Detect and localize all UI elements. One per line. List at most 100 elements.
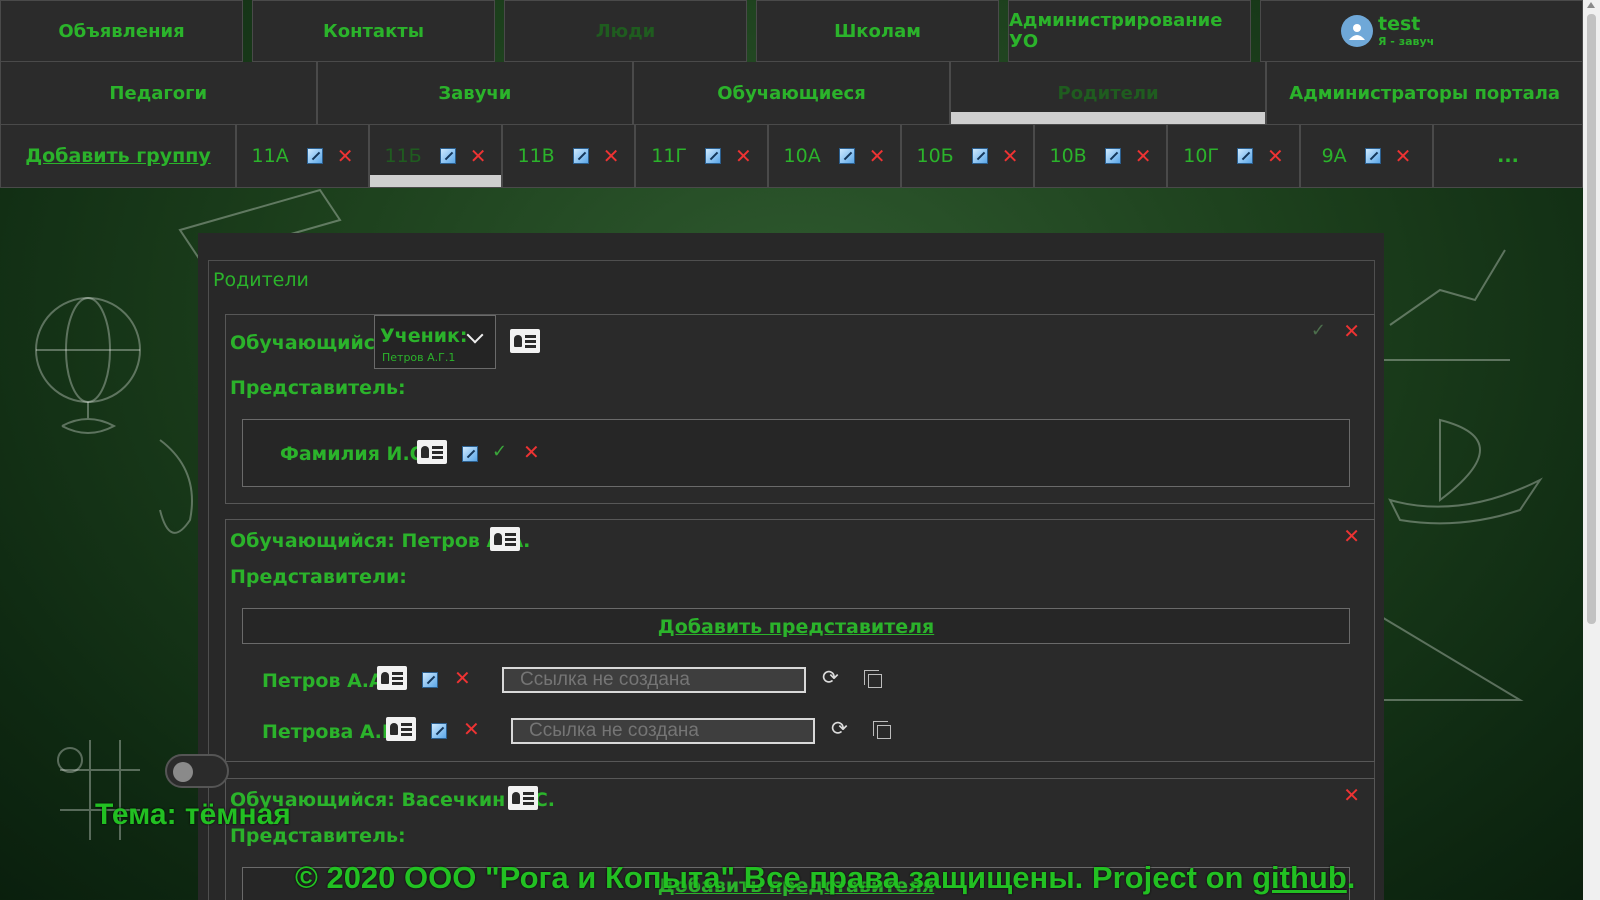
nav-admin-uo-label: Администрирование УО — [1009, 10, 1223, 52]
delete-icon[interactable]: ✕ — [1395, 146, 1412, 166]
edit-icon[interactable] — [431, 723, 447, 739]
group-label: 10Г — [1183, 145, 1219, 167]
edit-icon[interactable] — [838, 148, 855, 164]
add-group-label: Добавить группу — [25, 145, 211, 167]
edit-icon[interactable] — [705, 148, 721, 164]
tab-students[interactable]: Обучающиеся — [633, 62, 950, 125]
delete-icon[interactable]: ✕ — [470, 146, 487, 166]
refresh-icon[interactable]: ⟳ — [831, 716, 848, 740]
scroll-up-icon[interactable] — [1587, 2, 1595, 8]
delete-icon[interactable]: ✕ — [454, 668, 471, 688]
representative-row: Фамилия И.О. ✓ ✕ — [242, 419, 1350, 487]
parents-section: Родители Обучающийся: Ученик: Петров А.Г… — [208, 260, 1375, 900]
tab-parents[interactable]: Родители — [949, 62, 1267, 125]
tab-head-teachers-label: Завучи — [438, 82, 512, 104]
theme-toggle[interactable] — [165, 754, 229, 788]
add-representative-link[interactable]: Добавить представителя — [243, 616, 1349, 638]
nav-schools-label: Школам — [834, 20, 921, 42]
representative-label: Представитель: — [230, 377, 406, 399]
representative-name: Петрова А.Б. — [262, 721, 404, 743]
group-tab[interactable]: 10Г ✕ — [1167, 125, 1300, 188]
delete-icon[interactable]: ✕ — [1135, 146, 1152, 166]
student-card-new: Обучающийся: Ученик: Петров А.Г.1 ✓ ✕ Пр… — [225, 314, 1375, 504]
id-card-icon[interactable] — [508, 786, 538, 810]
student-label: Обучающийся: Петров А.А. — [230, 530, 531, 552]
confirm-icon[interactable]: ✓ — [492, 443, 507, 461]
group-label: 11Б — [384, 145, 422, 167]
edit-icon[interactable] — [572, 148, 589, 164]
group-tab[interactable]: 10А ✕ — [768, 125, 901, 188]
scroll-thumb[interactable] — [1587, 14, 1596, 624]
copy-icon[interactable] — [864, 670, 882, 688]
confirm-icon[interactable]: ✓ — [1311, 322, 1326, 340]
user-role: Я - завуч — [1378, 34, 1435, 48]
add-representative-box: Добавить представителя — [242, 608, 1350, 644]
more-groups-button[interactable]: ... — [1433, 125, 1583, 188]
refresh-icon[interactable]: ⟳ — [822, 665, 839, 689]
nav-admin-uo[interactable]: Администрирование УО — [1008, 0, 1251, 62]
group-tab[interactable]: 11А ✕ — [236, 125, 369, 188]
user-menu[interactable]: test Я - завуч — [1260, 0, 1583, 62]
id-card-icon[interactable] — [490, 527, 520, 551]
main-nav: Объявления Контакты Люди Школам Админист… — [0, 0, 1583, 62]
edit-icon[interactable] — [422, 672, 438, 688]
student-select[interactable]: Ученик: Петров А.Г.1 — [374, 315, 496, 369]
group-tab[interactable]: 11Б ✕ — [369, 125, 502, 188]
delete-icon[interactable]: ✕ — [1002, 146, 1019, 166]
close-icon[interactable]: ✕ — [1343, 321, 1360, 341]
theme-label: Тема: тёмная — [95, 798, 291, 831]
representative-name: Фамилия И.О. — [280, 443, 434, 465]
close-icon[interactable]: ✕ — [1343, 526, 1360, 546]
invite-link-field[interactable] — [511, 718, 815, 744]
tab-parents-label: Родители — [1057, 82, 1159, 104]
tab-teachers[interactable]: Педагоги — [0, 62, 317, 125]
footer-text: © 2020 ООО "Рога и Копыта" Все права защ… — [295, 860, 1253, 895]
group-label: 11В — [517, 145, 555, 167]
edit-icon[interactable] — [462, 446, 478, 462]
edit-icon[interactable] — [971, 148, 988, 164]
edit-icon[interactable] — [439, 148, 456, 164]
nav-schools[interactable]: Школам — [756, 0, 999, 62]
edit-icon[interactable] — [1237, 148, 1253, 164]
id-card-icon[interactable] — [417, 440, 447, 464]
group-tab[interactable]: 11Г ✕ — [635, 125, 768, 188]
group-tab[interactable]: 11В ✕ — [502, 125, 635, 188]
group-tab[interactable]: 9А ✕ — [1300, 125, 1433, 188]
close-icon[interactable]: ✕ — [1343, 785, 1360, 805]
nav-announcements-label: Объявления — [58, 20, 185, 42]
representative-name: Петров А.А. — [262, 670, 391, 692]
tab-portal-admins[interactable]: Администраторы портала — [1266, 62, 1583, 125]
delete-icon[interactable]: ✕ — [463, 719, 480, 739]
student-select-value: Петров А.Г.1 — [382, 351, 456, 364]
delete-icon[interactable]: ✕ — [1267, 146, 1284, 166]
edit-icon[interactable] — [1104, 148, 1121, 164]
id-card-icon[interactable] — [377, 666, 407, 690]
copy-icon[interactable] — [873, 721, 891, 739]
nav-contacts[interactable]: Контакты — [252, 0, 495, 62]
chevron-down-icon — [466, 326, 484, 344]
invite-link-field[interactable] — [502, 667, 806, 693]
edit-icon[interactable] — [306, 148, 323, 164]
group-tab[interactable]: 10Б ✕ — [901, 125, 1034, 188]
nav-people[interactable]: Люди — [504, 0, 747, 62]
footer-end: . — [1346, 860, 1356, 895]
delete-icon[interactable]: ✕ — [603, 146, 620, 166]
people-subnav: Педагоги Завучи Обучающиеся Родители Адм… — [0, 62, 1583, 125]
delete-icon[interactable]: ✕ — [337, 146, 354, 166]
group-label: 10В — [1049, 145, 1087, 167]
delete-icon[interactable]: ✕ — [735, 146, 752, 166]
id-card-icon[interactable] — [386, 717, 416, 741]
group-tab[interactable]: 10В ✕ — [1034, 125, 1167, 188]
add-group-button[interactable]: Добавить группу — [0, 125, 236, 188]
group-label: 11А — [251, 145, 289, 167]
scrollbar[interactable] — [1583, 0, 1600, 900]
delete-icon[interactable]: ✕ — [869, 146, 886, 166]
tab-head-teachers[interactable]: Завучи — [316, 62, 634, 125]
edit-icon[interactable] — [1364, 148, 1381, 164]
nav-announcements[interactable]: Объявления — [0, 0, 243, 62]
student-card: Обучающийся: Петров А.А. ✕ Представители… — [225, 519, 1375, 762]
delete-icon[interactable]: ✕ — [523, 442, 540, 462]
id-card-icon[interactable] — [510, 329, 540, 353]
tab-portal-admins-label: Администраторы портала — [1289, 82, 1561, 104]
github-link[interactable]: github — [1252, 860, 1347, 895]
